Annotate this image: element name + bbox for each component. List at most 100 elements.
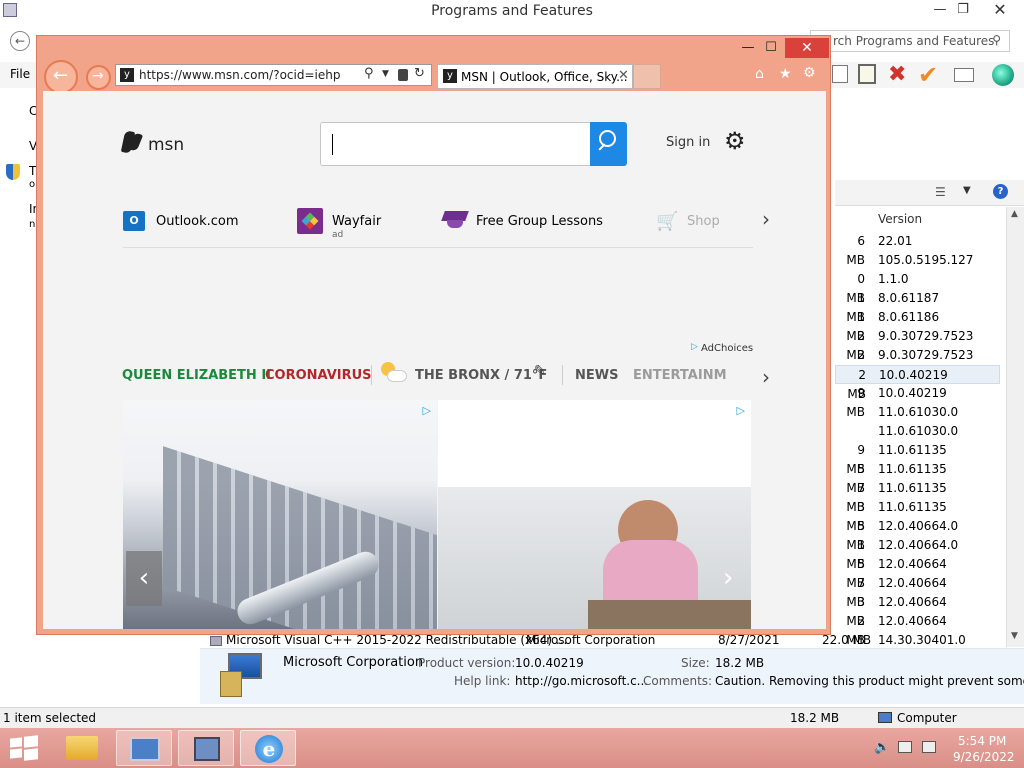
table-row[interactable]: 7 MB 12.0.40664: [835, 574, 1000, 609]
checkmark-icon[interactable]: ✔: [918, 61, 938, 89]
row-version: 11.0.61135: [878, 500, 947, 514]
scroll-up-icon[interactable]: ▲: [1011, 209, 1018, 219]
msn-search-button[interactable]: [590, 122, 627, 166]
quick-links-next-chevron-icon[interactable]: ›: [762, 207, 770, 231]
msn-logo-text[interactable]: msn: [148, 135, 184, 155]
sign-in-link[interactable]: Sign in: [666, 135, 710, 150]
help-link[interactable]: http://go.microsoft.c...: [515, 674, 648, 688]
maximize-button[interactable]: ❐: [948, 0, 978, 20]
network-icon[interactable]: [898, 741, 912, 753]
settings-gear-icon[interactable]: ⚙: [803, 65, 816, 81]
tab-msn[interactable]: y MSN | Outlook, Office, Sky... ✕: [437, 64, 633, 89]
internet-explorer-button[interactable]: e: [240, 730, 296, 766]
msn-search-input[interactable]: [320, 122, 626, 166]
categories-next-chevron-icon[interactable]: ›: [762, 365, 770, 389]
adchoices-icon[interactable]: ▷: [691, 342, 698, 352]
ad-image-woman[interactable]: ▷: [438, 400, 751, 629]
table-row[interactable]: 6 MB 22.01: [835, 232, 1000, 267]
outlook-icon: O: [123, 211, 145, 231]
back-arrow-icon[interactable]: ←: [10, 31, 30, 51]
table-row[interactable]: 9 MB 11.0.61135: [835, 441, 1000, 476]
msn-favicon-icon: y: [120, 68, 134, 82]
category-entertainment[interactable]: ENTERTAINM: [633, 368, 727, 383]
category-news[interactable]: NEWS: [575, 368, 618, 383]
search-icon[interactable]: ⚲: [364, 66, 374, 81]
chevron-down-icon[interactable]: ▼: [963, 185, 971, 196]
favorites-star-icon[interactable]: ★: [779, 66, 792, 82]
adchoices-link[interactable]: AdChoices: [701, 343, 753, 354]
programs-search-input[interactable]: rch Programs and Features ⚲: [810, 30, 1010, 52]
table-row[interactable]: 3 MB 12.0.40664: [835, 593, 1000, 628]
table-row[interactable]: 5 MB 12.0.40664: [835, 555, 1000, 590]
back-button[interactable]: ←: [44, 60, 78, 94]
programs-features-button[interactable]: [178, 730, 234, 766]
help-icon[interactable]: ?: [993, 184, 1008, 199]
delete-icon[interactable]: ✖: [888, 62, 906, 87]
column-header-version[interactable]: Version: [878, 212, 922, 226]
status-size: 18.2 MB: [790, 711, 840, 725]
status-selected: 1 item selected: [3, 711, 97, 725]
refresh-icon[interactable]: ↻: [414, 66, 425, 81]
table-row[interactable]: 7 MB 11.0.61135: [835, 479, 1000, 514]
category-weather[interactable]: THE BRONX / 71°F: [415, 368, 547, 383]
server-manager-button[interactable]: [116, 730, 172, 766]
menu-file[interactable]: File: [10, 67, 30, 81]
table-row[interactable]: 3 MB 11.0.61135: [835, 498, 1000, 533]
ad-image-laptop[interactable]: ▷: [123, 400, 437, 629]
table-row[interactable]: 1 MB 12.0.40664.0: [835, 536, 1000, 571]
table-row[interactable]: 1 MB 8.0.61186: [835, 308, 1000, 343]
ad-tag-icon[interactable]: ▷: [423, 404, 431, 417]
divider: [123, 247, 753, 248]
table-row[interactable]: 105.0.5195.127: [835, 251, 1000, 270]
row-date: 8/27/2021: [718, 633, 780, 647]
table-row[interactable]: 2 MB9.0.30729.7523: [835, 327, 1000, 362]
table-row[interactable]: 11.0.61030.0: [835, 422, 1000, 441]
table-row[interactable]: 0 MB 1.1.0: [835, 270, 1000, 305]
copy-icon[interactable]: [832, 65, 848, 83]
file-explorer-button[interactable]: [54, 730, 110, 766]
vertical-scrollbar[interactable]: ▲ ▼: [1006, 207, 1024, 647]
address-bar[interactable]: y https://www.msn.com/?ocid=iehp ⚲ ▼ ↻: [115, 64, 432, 86]
ie-close-button[interactable]: ✕: [785, 38, 829, 58]
table-row[interactable]: 2 MB 12.0.40664: [835, 612, 1000, 647]
flag-icon[interactable]: [922, 741, 936, 753]
table-row[interactable]: 2 MB9.0.30729.7523: [835, 346, 1000, 381]
forward-arrow-icon: →: [92, 68, 104, 84]
graduation-cap-icon: [441, 211, 469, 229]
dropdown-chevron-icon[interactable]: ▼: [382, 69, 389, 79]
row-version: 11.0.61135: [878, 443, 947, 457]
forward-button[interactable]: →: [86, 65, 111, 90]
view-options-icon[interactable]: ☰: [935, 185, 946, 199]
tab-close-icon[interactable]: ✕: [618, 68, 629, 83]
sound-muted-icon[interactable]: 🔈: [874, 740, 890, 755]
clock-time[interactable]: 5:54 PM: [958, 734, 1006, 748]
new-tab-button[interactable]: [633, 64, 661, 89]
table-row[interactable]: 5 MB 12.0.40664.0: [835, 517, 1000, 552]
close-button[interactable]: ✕: [985, 0, 1015, 20]
carousel-prev-button[interactable]: ‹: [126, 551, 162, 606]
windows-start-icon[interactable]: [10, 735, 38, 761]
table-row[interactable]: 2 MB 10.0.40219: [835, 365, 1000, 401]
category-queen-elizabeth[interactable]: QUEEN ELIZABETH II: [122, 368, 271, 383]
category-coronavirus[interactable]: CORONAVIRUS: [265, 368, 372, 383]
ie-maximize-button[interactable]: ☐: [756, 38, 786, 58]
row-version: 105.0.5195.127: [878, 253, 974, 267]
row-size: 22.0 MB: [822, 633, 872, 647]
clipboard-icon[interactable]: [858, 64, 876, 84]
details-pane: Microsoft Corporation Product version: 1…: [200, 648, 1024, 704]
msn-settings-gear-icon[interactable]: ⚙: [724, 127, 746, 155]
table-row[interactable]: 9 MB 10.0.40219: [835, 384, 1000, 419]
globe-icon[interactable]: [992, 64, 1014, 86]
ad-tag-icon[interactable]: ▷: [737, 404, 745, 417]
divider: [371, 365, 372, 385]
table-row[interactable]: 5 MB 11.0.61135: [835, 460, 1000, 495]
clock-date[interactable]: 9/26/2022: [953, 750, 1015, 764]
table-row[interactable]: 1 MB 8.0.61187: [835, 289, 1000, 324]
edit-pencil-icon[interactable]: ✎: [534, 363, 546, 379]
table-row[interactable]: Microsoft Visual C++ 2015-2022 Redistrib…: [200, 633, 1024, 648]
home-icon[interactable]: ⌂: [755, 66, 764, 82]
table-row[interactable]: 11.0.61030.0: [835, 403, 1000, 422]
lock-icon[interactable]: [398, 69, 408, 81]
properties-icon[interactable]: [954, 68, 974, 82]
carousel-next-chevron-icon[interactable]: ›: [723, 563, 733, 593]
